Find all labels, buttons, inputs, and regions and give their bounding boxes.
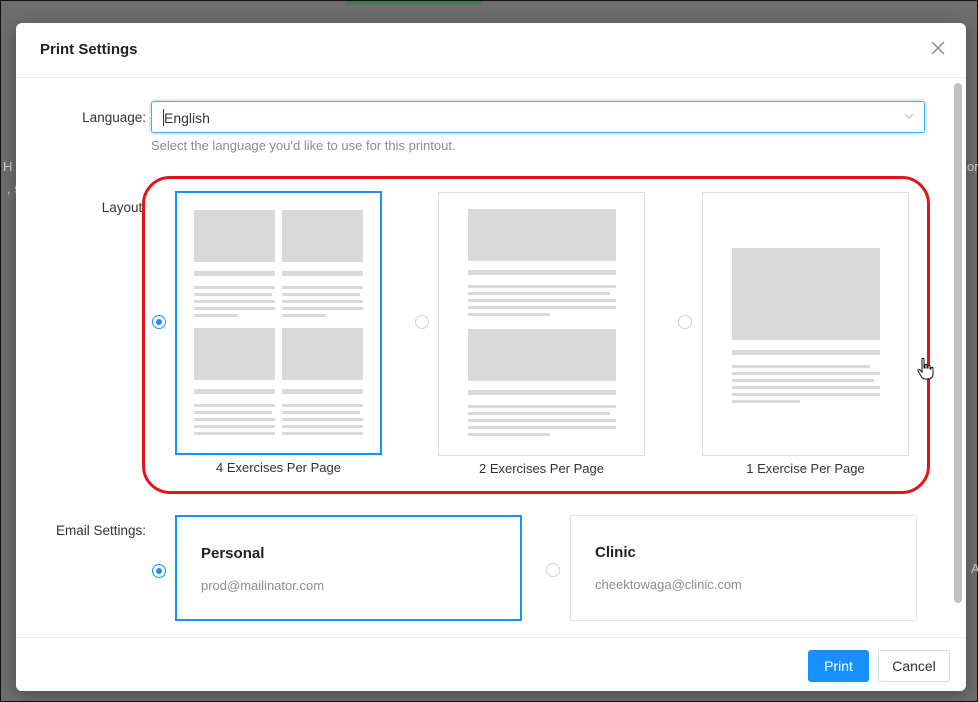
preview-title-line (282, 271, 363, 276)
preview-text-line (468, 412, 610, 415)
preview-text-line (282, 432, 363, 435)
language-select-value: English (164, 110, 210, 126)
scrollbar-thumb[interactable] (954, 83, 962, 603)
preview-text-line (194, 418, 275, 421)
preview-text-line (732, 386, 880, 389)
language-select[interactable]: English (151, 101, 925, 133)
preview-text-line (282, 411, 360, 414)
preview-text-line (282, 307, 363, 310)
preview-image-block (194, 328, 275, 380)
preview-text-line (194, 432, 275, 435)
layout-option-1-per-page[interactable] (702, 192, 909, 456)
preview-image-block (468, 209, 616, 261)
dialog-title: Print Settings (40, 41, 138, 58)
preview-title-line (732, 350, 880, 355)
preview-text-line (468, 313, 550, 316)
email-radio-personal[interactable] (152, 564, 166, 578)
language-hint: Select the language you'd like to use fo… (151, 138, 456, 153)
preview-text-line (468, 433, 550, 436)
preview-title-line (468, 390, 616, 395)
email-option-name: Clinic (595, 544, 636, 561)
layout-option-label: 4 Exercises Per Page (215, 460, 341, 475)
preview-text-line (194, 314, 238, 317)
screen-frame: H P , s orr A Print Settings Language: E… (0, 0, 978, 702)
chevron-down-icon (904, 113, 914, 119)
email-option-address: prod@mailinator.com (201, 578, 325, 593)
email-radio-clinic[interactable] (546, 563, 560, 577)
background-tab-indicator (346, 1, 482, 4)
preview-text-line (282, 286, 363, 289)
layout-option-4-per-page[interactable] (175, 191, 382, 455)
layout-option-2-per-page[interactable] (438, 192, 645, 456)
preview-text-line (468, 299, 616, 302)
preview-text-line (732, 365, 870, 368)
preview-text-line (194, 286, 275, 289)
preview-title-line (194, 271, 275, 276)
layout-radio-1-per-page[interactable] (678, 315, 692, 329)
background-text: A (971, 561, 978, 576)
layout-label: Layout: (101, 200, 146, 215)
language-label: Language: (82, 110, 146, 125)
layout-option-label: 1 Exercise Per Page (746, 461, 865, 476)
preview-text-line (732, 400, 800, 403)
layout-radio-4-per-page[interactable] (152, 315, 166, 329)
preview-text-line (468, 405, 616, 408)
preview-text-line (468, 292, 610, 295)
print-button[interactable]: Print (808, 650, 869, 682)
preview-text-line (468, 285, 616, 288)
preview-text-line (468, 426, 616, 429)
email-settings-label: Email Settings: (55, 523, 146, 538)
preview-title-line (282, 389, 363, 394)
preview-image-block (282, 210, 363, 262)
close-icon (931, 41, 945, 55)
preview-text-line (732, 379, 874, 382)
preview-title-line (194, 389, 275, 394)
preview-title-line (468, 270, 616, 275)
preview-text-line (732, 372, 880, 375)
hand-cursor-icon (917, 357, 934, 380)
preview-image-block (468, 329, 616, 381)
close-button[interactable] (928, 38, 948, 58)
preview-text-line (282, 425, 363, 428)
preview-text-line (194, 300, 275, 303)
layout-radio-2-per-page[interactable] (415, 315, 429, 329)
preview-text-line (282, 404, 363, 407)
preview-text-line (468, 306, 616, 309)
preview-text-line (468, 419, 616, 422)
preview-text-line (194, 425, 275, 428)
layout-option-label: 2 Exercises Per Page (478, 461, 604, 476)
preview-text-line (282, 418, 363, 421)
preview-text-line (194, 293, 272, 296)
dialog-footer: Print Cancel (16, 637, 966, 691)
background-text: orr (967, 159, 978, 174)
preview-text-line (732, 393, 880, 396)
preview-image-block (732, 248, 880, 340)
preview-text-line (194, 404, 275, 407)
email-option-clinic[interactable]: Clinic cheektowaga@clinic.com (570, 515, 917, 621)
preview-text-line (282, 293, 360, 296)
preview-image-block (194, 210, 275, 262)
preview-text-line (282, 314, 326, 317)
cancel-button[interactable]: Cancel (878, 650, 950, 682)
print-settings-dialog: Print Settings Language: English Select … (16, 23, 966, 691)
email-option-personal[interactable]: Personal prod@mailinator.com (175, 515, 522, 621)
preview-text-line (194, 411, 272, 414)
dialog-header: Print Settings (16, 23, 966, 78)
email-option-address: cheektowaga@clinic.com (595, 577, 742, 592)
preview-text-line (194, 307, 275, 310)
email-option-name: Personal (201, 545, 265, 562)
preview-text-line (282, 300, 363, 303)
preview-image-block (282, 328, 363, 380)
